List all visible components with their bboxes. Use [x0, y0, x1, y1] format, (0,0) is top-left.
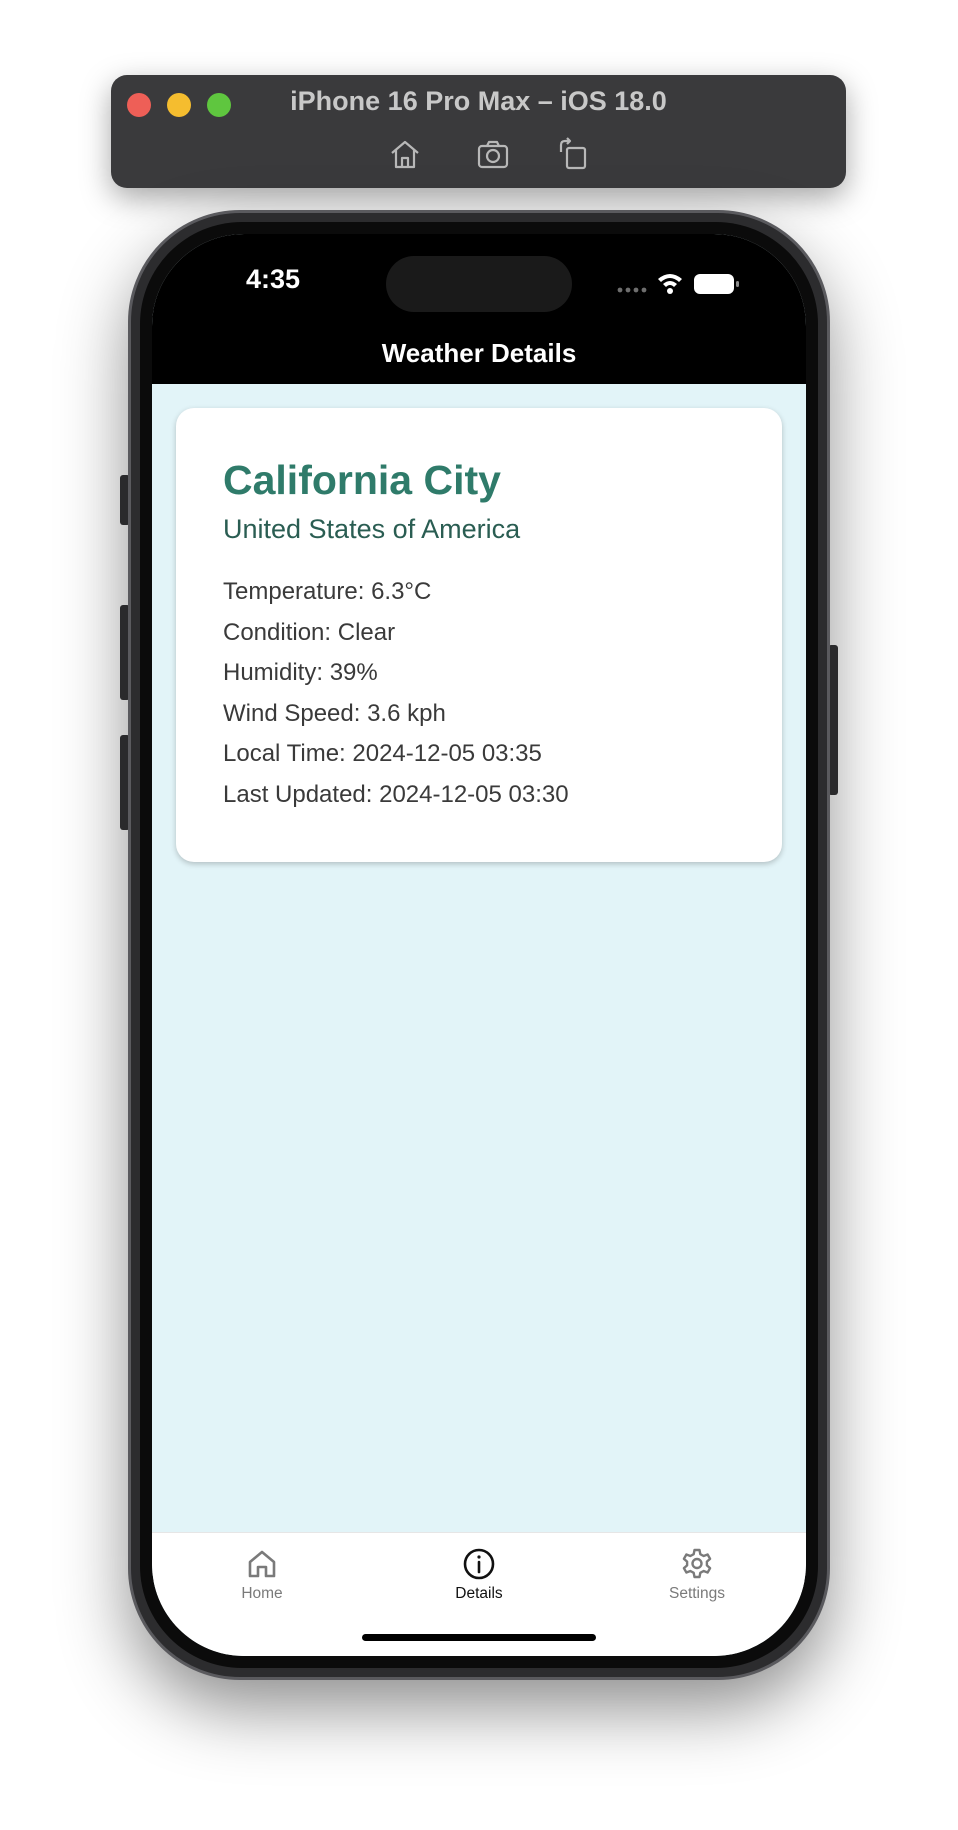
local-time-detail: Local Time: 2024-12-05 03:35 — [223, 740, 542, 767]
tab-settings[interactable]: Settings — [627, 1547, 767, 1603]
city-name: California City — [223, 457, 501, 503]
gear-icon — [682, 1548, 712, 1579]
tab-home-label: Home — [241, 1585, 283, 1602]
wifi-icon — [658, 274, 682, 294]
weather-card: California City United States of America… — [176, 408, 782, 862]
status-time: 4:35 — [246, 264, 301, 294]
home-icon — [248, 1550, 276, 1578]
temperature-detail: Temperature: 6.3°C — [223, 578, 432, 605]
page-title: Weather Details — [381, 338, 577, 368]
battery-icon — [694, 274, 739, 294]
country-name: United States of America — [223, 514, 521, 544]
info-icon — [463, 1548, 495, 1580]
signal-icon — [617, 287, 647, 293]
condition-detail: Condition: Clear — [223, 618, 396, 646]
wind-speed-detail: Wind Speed: 3.6 kph — [223, 699, 446, 727]
screenshot-icon[interactable] — [475, 136, 511, 172]
dynamic-island — [386, 256, 572, 312]
phone-screen: 4:35 Weather Details California City Uni… — [152, 234, 806, 1656]
last-updated-detail: Last Updated: 2024-12-05 03:30 — [223, 780, 569, 808]
status-icons — [614, 270, 754, 298]
tab-settings-label: Settings — [668, 1585, 725, 1602]
rotate-icon[interactable] — [555, 136, 591, 172]
simulator-title: iPhone 16 Pro Max – iOS 18.0 — [290, 86, 667, 116]
status-and-nav-bar: 4:35 Weather Details — [152, 234, 806, 384]
details-content: California City United States of America… — [152, 384, 806, 1532]
tab-home[interactable]: Home — [192, 1547, 332, 1603]
home-icon[interactable] — [387, 136, 423, 172]
tab-details[interactable]: Details — [409, 1547, 549, 1603]
humidity-detail: Humidity: 39% — [223, 659, 378, 686]
home-indicator — [362, 1634, 596, 1641]
tab-bar: Home Details Settings — [152, 1532, 806, 1656]
weather-details-list: Temperature: 6.3°C Condition: Clear Humi… — [223, 572, 735, 815]
tab-details-label: Details — [455, 1585, 503, 1602]
